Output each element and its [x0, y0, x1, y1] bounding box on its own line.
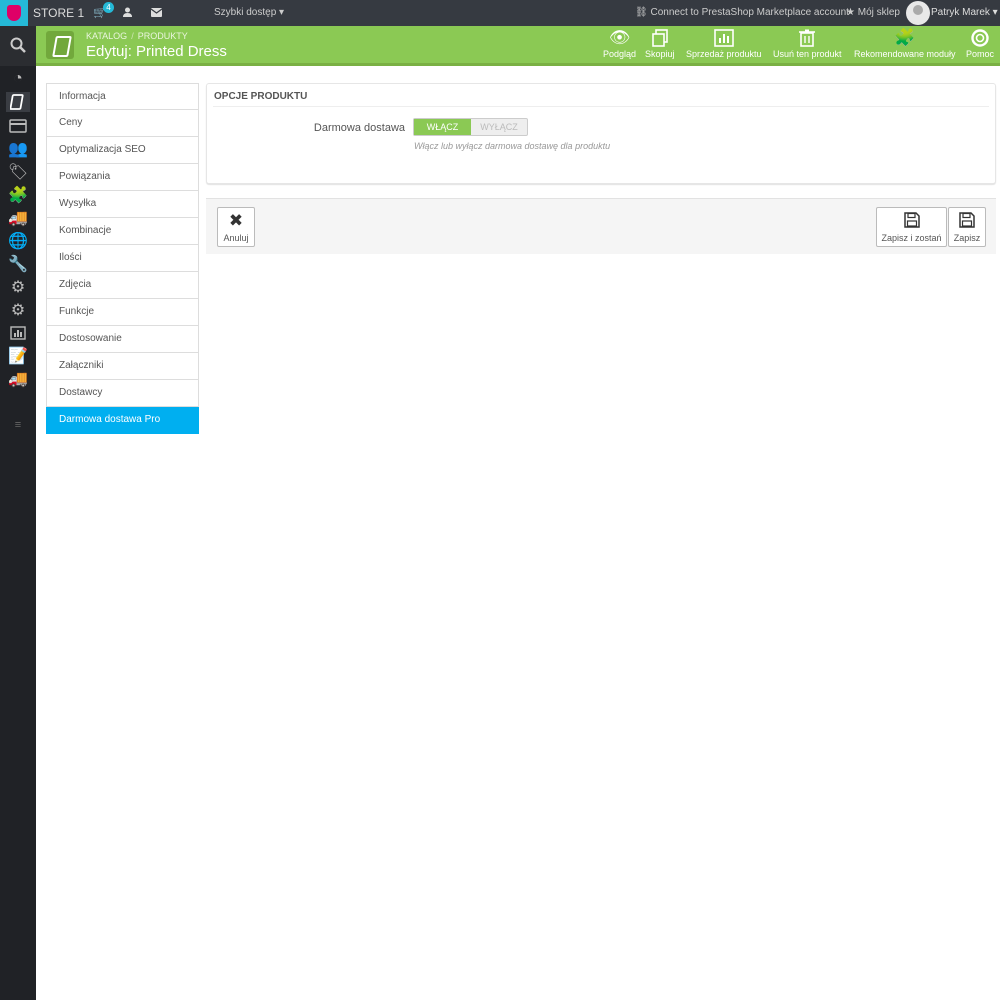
my-shop-link[interactable]: ★ Mój sklep [846, 7, 900, 18]
lifebuoy-icon [966, 29, 994, 47]
stats-icon[interactable] [6, 323, 30, 343]
delivery-truck-icon[interactable]: 🚚 [6, 369, 30, 389]
switch-off-option[interactable]: WYŁĄCZ [471, 119, 527, 135]
modules-icon[interactable]: 🧩 [6, 185, 30, 205]
marketplace-connect-link[interactable]: ⛓ Connect to PrestaShop Marketplace acco… [635, 7, 849, 18]
recommended-modules-button[interactable]: 🧩 Rekomendowane moduły [854, 28, 956, 60]
quick-access-menu[interactable]: Szybki dostęp ▾ [214, 7, 284, 18]
prestashop-logo-icon[interactable] [0, 0, 28, 26]
store-name[interactable]: STORE 1 [33, 6, 84, 20]
top-bar: STORE 1 🛒 4 Szybki dostęp ▾ ⛓ Connect to… [0, 0, 1000, 26]
collapse-menu-icon[interactable]: ≡ [6, 415, 30, 435]
tab-informacja[interactable]: Informacja [46, 83, 199, 110]
free-shipping-switch[interactable]: WŁĄCZ WYŁĄCZ [413, 118, 528, 136]
edit-icon[interactable]: 📝 [6, 346, 30, 366]
page-title: Edytuj: Printed Dress [86, 43, 227, 60]
stats-chart-icon [686, 29, 762, 47]
product-options-panel: OPCJE PRODUKTU Darmowa dostawa WŁĄCZ WYŁ… [206, 83, 996, 184]
tab-ilosci[interactable]: Ilości [46, 245, 199, 272]
star-icon: ★ [846, 7, 855, 18]
mail-icon[interactable] [150, 8, 163, 20]
close-icon: ✖ [228, 211, 244, 230]
tab-wysylka[interactable]: Wysyłka [46, 191, 199, 218]
panel-title: OPCJE PRODUKTU [214, 91, 308, 102]
tab-seo[interactable]: Optymalizacja SEO [46, 137, 199, 164]
tab-dostawcy[interactable]: Dostawcy [46, 380, 199, 407]
floppy-disk-icon [949, 212, 985, 230]
duplicate-button[interactable]: Skopiuj [645, 29, 675, 59]
save-and-stay-button[interactable]: Zapisz i zostań [876, 207, 947, 247]
eye-icon: 👁 [608, 28, 631, 47]
free-shipping-help-text: Włącz lub wyłącz darmowa dostawę dla pro… [414, 141, 611, 151]
administration-icon[interactable]: ⚙ [6, 300, 30, 320]
cart-count-badge: 4 [103, 2, 114, 13]
panel-divider [213, 106, 989, 107]
customer-icon[interactable] [122, 7, 133, 21]
sidebar: ◔ 👥 🏷 🧩 🚚 🌐 🔧 ⚙ ⚙ 📝 🚚 ≡ [0, 26, 36, 1000]
dashboard-icon[interactable]: ◔ [6, 69, 30, 89]
product-tabs: Informacja Ceny Optymalizacja SEO Powiąz… [46, 83, 199, 434]
shipping-icon[interactable]: 🚚 [6, 208, 30, 228]
search-icon[interactable] [6, 35, 30, 55]
tab-powiazania[interactable]: Powiązania [46, 164, 199, 191]
trash-icon [773, 29, 842, 47]
tab-zdjecia[interactable]: Zdjęcia [46, 272, 199, 299]
breadcrumb: KATALOG / PRODUKTY [86, 31, 188, 41]
form-footer: ✖ Anuluj Zapisz i zostań Zapisz [206, 198, 996, 254]
free-shipping-label: Darmowa dostawa [313, 122, 405, 134]
cancel-button[interactable]: ✖ Anuluj [217, 207, 255, 247]
orders-icon[interactable] [6, 116, 30, 136]
page-header: KATALOG / PRODUKTY Edytuj: Printed Dress 👁… [36, 26, 1000, 66]
switch-on-option[interactable]: WŁĄCZ [414, 119, 471, 135]
price-rules-icon[interactable]: 🏷 [6, 162, 30, 182]
localization-icon[interactable]: 🌐 [6, 231, 30, 251]
tab-funkcje[interactable]: Funkcje [46, 299, 199, 326]
delete-product-button[interactable]: Usuń ten produkt [773, 29, 842, 59]
save-button[interactable]: Zapisz [948, 207, 986, 247]
floppy-disk-icon [877, 212, 946, 230]
user-menu[interactable]: Patryk Marek ▾ [931, 7, 998, 18]
catalog-book-icon [46, 31, 74, 59]
tab-kombinacje[interactable]: Kombinacje [46, 218, 199, 245]
catalog-icon[interactable] [6, 92, 30, 112]
breadcrumb-products[interactable]: PRODUKTY [138, 31, 188, 41]
tab-zalaczniki[interactable]: Załączniki [46, 353, 199, 380]
connect-icon: ⛓ [635, 7, 648, 18]
product-sales-button[interactable]: Sprzedaż produktu [686, 29, 762, 59]
preferences-icon[interactable]: 🔧 [6, 254, 30, 274]
customers-icon[interactable]: 👥 [6, 139, 30, 159]
tab-dostosowanie[interactable]: Dostosowanie [46, 326, 199, 353]
copy-icon [645, 29, 675, 47]
help-button[interactable]: Pomoc [966, 29, 994, 59]
tab-ceny[interactable]: Ceny [46, 110, 199, 137]
advanced-parameters-icon[interactable]: ⚙ [6, 277, 30, 297]
breadcrumb-catalog[interactable]: KATALOG [86, 31, 127, 41]
tab-darmowa-dostawa-pro[interactable]: Darmowa dostawa Pro [46, 407, 199, 434]
avatar[interactable] [906, 1, 930, 25]
puzzle-icon: 🧩 [894, 28, 916, 47]
preview-button[interactable]: 👁 Podgląd [603, 28, 636, 60]
